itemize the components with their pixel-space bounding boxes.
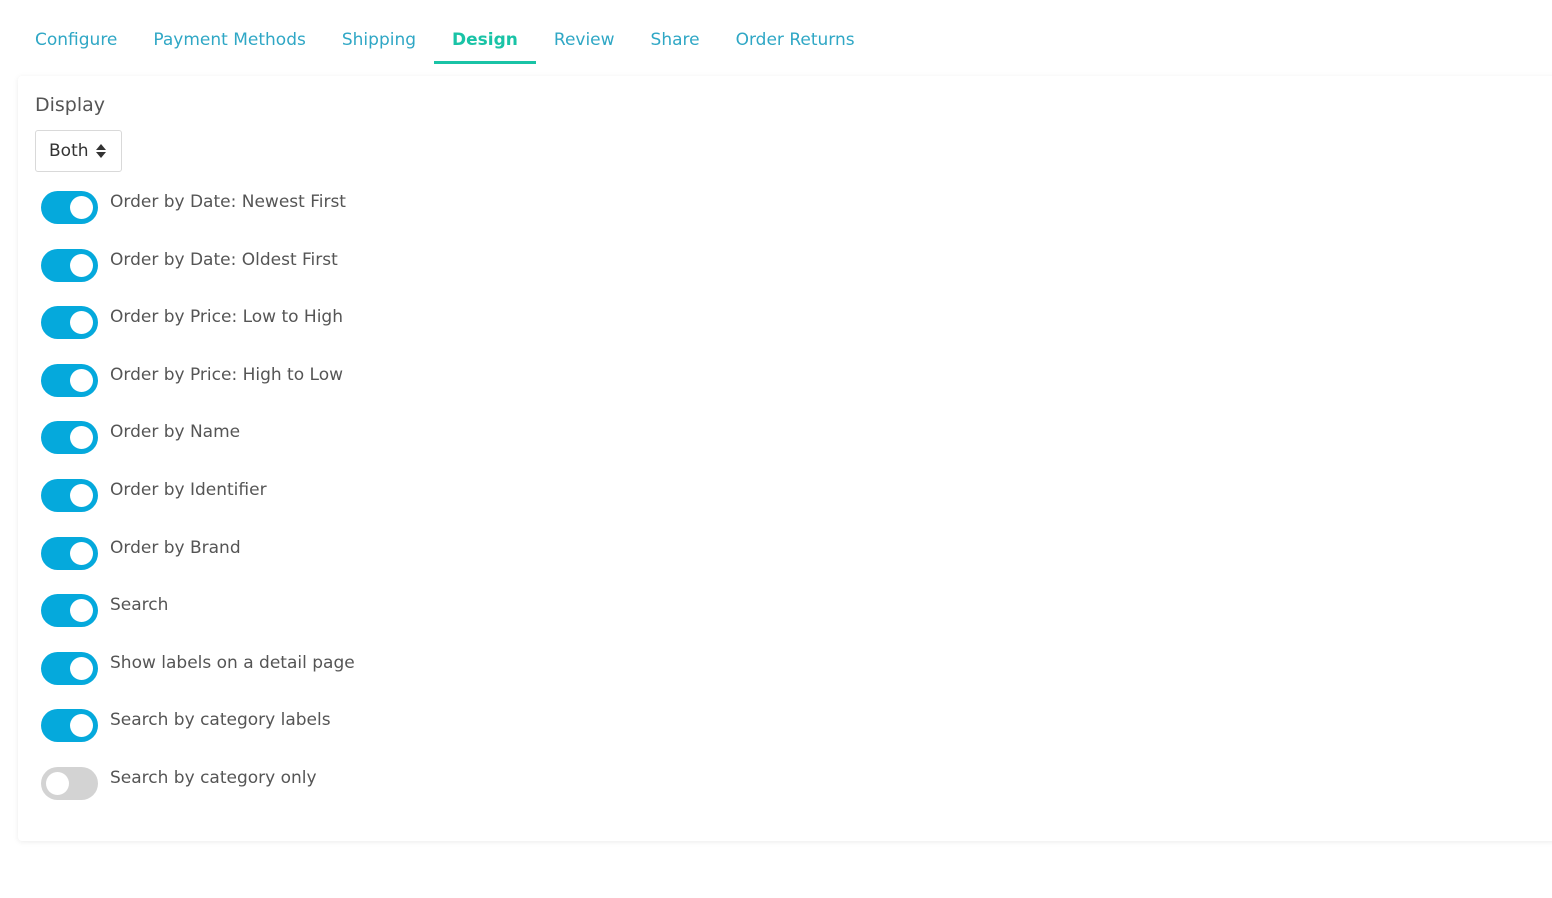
toggle-knob — [46, 771, 69, 795]
toggle-switch[interactable] — [41, 594, 98, 628]
toggle-switch[interactable] — [41, 766, 98, 800]
tab-bar: Configure Payment Methods Shipping Desig… — [17, 16, 873, 64]
toggle-label: Search by category only — [110, 767, 317, 788]
toggle-knob — [70, 426, 93, 450]
toggle-knob — [70, 196, 93, 219]
tab-shipping[interactable]: Shipping — [324, 16, 434, 64]
tab-share[interactable]: Share — [633, 16, 718, 64]
toggle-switch[interactable] — [41, 306, 98, 340]
display-title: Display — [35, 94, 106, 116]
toggle-label: Show labels on a detail page — [110, 652, 355, 673]
toggle-label: Order by Brand — [110, 537, 241, 558]
up-down-arrows-icon — [95, 144, 106, 158]
toggle-switch[interactable] — [41, 536, 98, 570]
toggle-label: Search by category labels — [110, 710, 331, 731]
display-select-value: Both — [49, 141, 89, 161]
toggle-knob — [70, 656, 93, 680]
tab-order-returns[interactable]: Order Returns — [718, 16, 873, 64]
toggle-label: Order by Date: Oldest First — [110, 249, 338, 270]
toggle-knob — [70, 599, 93, 623]
page: Configure Payment Methods Shipping Desig… — [0, 0, 1552, 898]
display-select[interactable]: Both — [35, 130, 122, 172]
toggle-switch[interactable] — [41, 651, 98, 685]
toggle-label: Order by Price: High to Low — [110, 364, 343, 385]
toggle-knob — [70, 368, 93, 392]
tab-design[interactable]: Design — [434, 16, 536, 64]
toggle-switch[interactable] — [41, 363, 98, 397]
tab-review[interactable]: Review — [536, 16, 633, 64]
toggle-knob — [70, 714, 93, 738]
toggle-knob — [70, 483, 93, 507]
toggle-label: Order by Date: Newest First — [110, 192, 346, 212]
toggle-switch[interactable] — [41, 709, 98, 743]
toggle-knob — [70, 253, 93, 277]
toggle-label: Order by Price: Low to High — [110, 307, 343, 328]
toggle-knob — [70, 311, 93, 335]
tab-configure[interactable]: Configure — [17, 16, 135, 64]
design-settings-card: Display Both Order by Date: Newest First… — [18, 76, 1552, 841]
toggle-label: Order by Identifier — [110, 479, 267, 500]
tab-payment-methods[interactable]: Payment Methods — [135, 16, 323, 64]
toggle-label: Search — [110, 595, 169, 616]
toggle-switch[interactable] — [41, 191, 98, 224]
toggle-switch[interactable] — [41, 478, 98, 512]
toggle-switch[interactable] — [41, 421, 98, 455]
toggle-switch[interactable] — [41, 248, 98, 282]
toggle-knob — [70, 541, 93, 565]
toggle-label: Order by Name — [110, 422, 241, 443]
